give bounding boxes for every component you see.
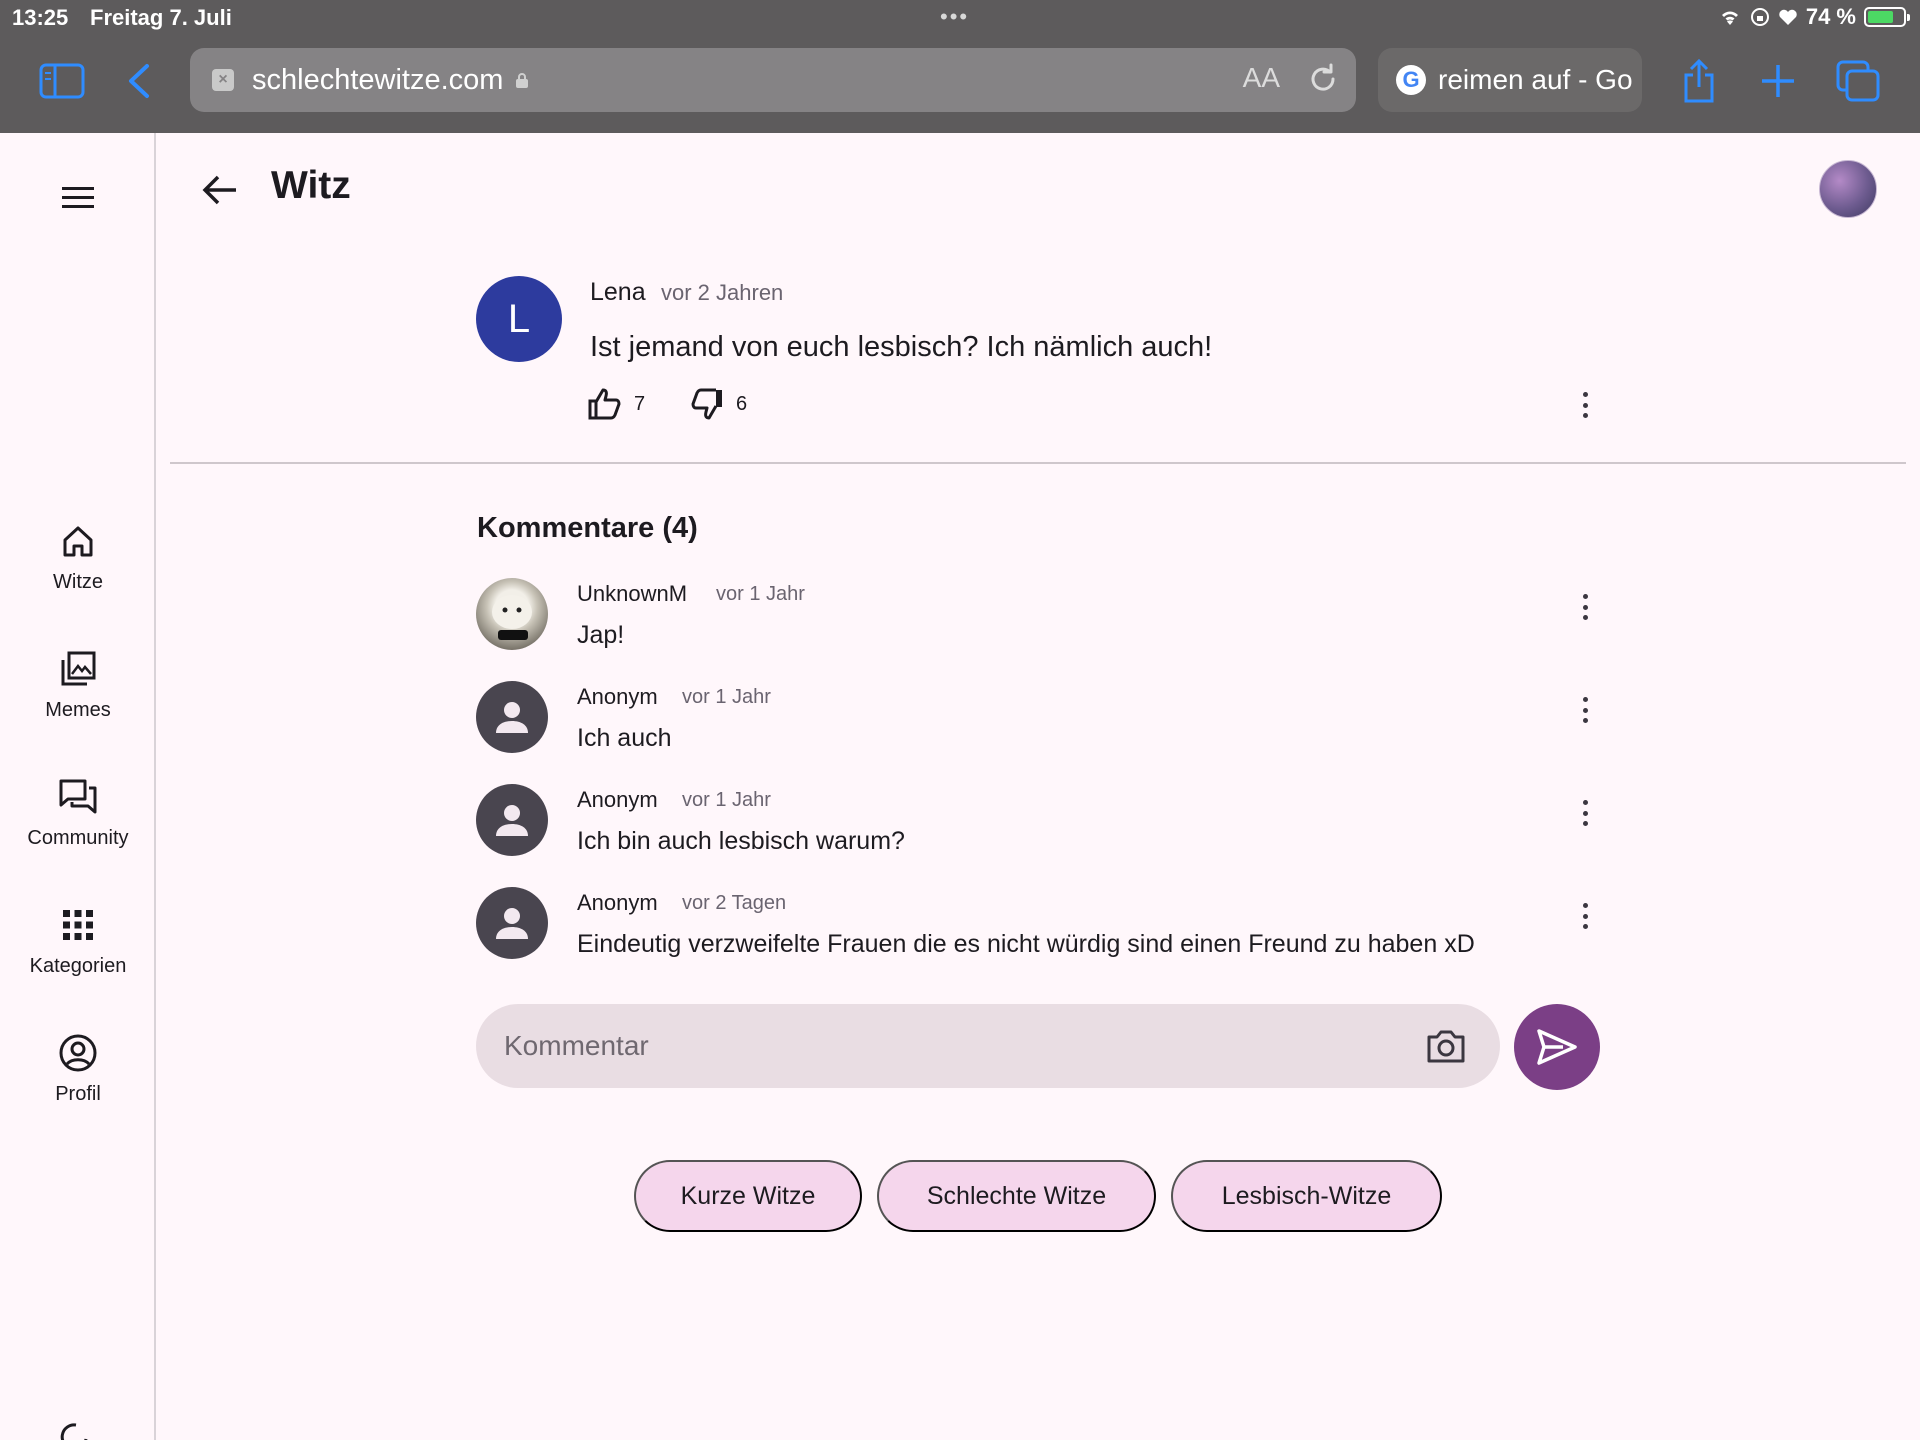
- thumb-down-icon: [691, 388, 722, 420]
- chip-lesbisch-witze[interactable]: Lesbisch-Witze: [1171, 1160, 1442, 1232]
- more-vert-icon[interactable]: [1580, 697, 1590, 723]
- divider: [170, 462, 1906, 464]
- heart-icon: [1779, 9, 1797, 25]
- rail-item-profil[interactable]: Profil: [0, 1031, 156, 1106]
- more-vert-icon[interactable]: [1580, 800, 1590, 826]
- reader-settings-button[interactable]: AA: [1243, 62, 1280, 94]
- comment-avatar: [476, 784, 548, 856]
- comment-input[interactable]: [504, 1004, 1384, 1088]
- chip-schlechte-witze[interactable]: Schlechte Witze: [877, 1160, 1156, 1232]
- comment-text: Eindeutig verzweifelte Frauen die es nic…: [577, 930, 1475, 958]
- home-icon: [56, 519, 100, 563]
- browser-chrome: 13:25 Freitag 7. Juli ••• 74 % × schlech…: [0, 0, 1920, 133]
- rail-item-witze[interactable]: Witze: [0, 519, 156, 594]
- like-button[interactable]: 7: [588, 388, 645, 420]
- thumb-up-icon: [588, 388, 621, 420]
- page-title: Witz: [271, 164, 351, 207]
- camera-icon[interactable]: [1424, 1024, 1468, 1068]
- google-icon: G: [1396, 65, 1426, 95]
- tab-title: reimen auf - Go: [1438, 64, 1633, 95]
- rail-item-memes[interactable]: Memes: [0, 647, 156, 722]
- back-arrow-icon[interactable]: [196, 168, 244, 212]
- comment-avatar: [476, 681, 548, 753]
- battery-icon: [1864, 7, 1910, 27]
- reload-icon[interactable]: [1304, 60, 1342, 98]
- rail-label: Kategorien: [29, 955, 127, 977]
- user-avatar[interactable]: [1819, 160, 1877, 218]
- new-tab-icon[interactable]: [1754, 58, 1802, 104]
- comment-text: Jap!: [577, 621, 625, 649]
- navigation-rail: Witze Memes Community Kategorien Profil: [0, 133, 156, 1440]
- dislike-count: 6: [736, 392, 748, 415]
- tab-google[interactable]: G reimen auf - Go: [1378, 48, 1642, 112]
- post-author-avatar: L: [476, 276, 562, 362]
- comment-author[interactable]: Anonym: [577, 787, 658, 813]
- browser-back-icon[interactable]: [115, 58, 163, 104]
- comment-author[interactable]: Anonym: [577, 890, 658, 916]
- menu-icon[interactable]: [58, 177, 98, 217]
- person-icon: [496, 908, 528, 939]
- post-author[interactable]: Lena: [590, 278, 646, 307]
- comments-title: Kommentare (4): [477, 512, 698, 544]
- rail-label: Profil: [55, 1083, 101, 1105]
- send-button[interactable]: [1514, 1004, 1600, 1090]
- apps-grid-icon: [56, 903, 100, 947]
- comment-time: vor 1 Jahr: [682, 686, 771, 708]
- share-icon[interactable]: [1675, 58, 1723, 104]
- dark-mode-icon[interactable]: [58, 1423, 88, 1440]
- dislike-button[interactable]: 6: [690, 388, 747, 420]
- orientation-lock-icon: [1750, 8, 1769, 26]
- wifi-icon: [1721, 11, 1738, 25]
- rail-label: Memes: [45, 699, 111, 721]
- url-text: schlechtewitze.com: [252, 63, 504, 96]
- chip-kurze-witze[interactable]: Kurze Witze: [634, 1160, 862, 1232]
- comment-time: vor 1 Jahr: [682, 789, 771, 811]
- comment-avatar: [476, 887, 548, 959]
- like-count: 7: [634, 392, 646, 415]
- status-date: Freitag 7. Juli: [90, 5, 232, 30]
- rail-label: Community: [27, 827, 129, 849]
- comment-text: Ich auch: [577, 724, 672, 752]
- comment-text: Ich bin auch lesbisch warum?: [577, 827, 905, 855]
- lock-icon: [516, 73, 529, 88]
- joke-text: Ist jemand von euch lesbisch? Ich nämlic…: [590, 331, 1213, 363]
- send-icon: [1537, 1029, 1577, 1065]
- comment-avatar-photo: [476, 578, 548, 650]
- battery-level: [1868, 11, 1894, 23]
- comment-author[interactable]: Anonym: [577, 684, 658, 710]
- more-vert-icon[interactable]: [1580, 903, 1590, 929]
- person-icon: [496, 702, 528, 733]
- status-indicators: 74 %: [1718, 4, 1910, 30]
- comment-input-container: [476, 1004, 1500, 1088]
- address-bar[interactable]: × schlechtewitze.com AA: [190, 48, 1356, 112]
- post-time: vor 2 Jahren: [661, 280, 784, 305]
- multitasking-dots-icon[interactable]: •••: [940, 4, 969, 30]
- sidebar-toggle-icon[interactable]: [38, 58, 86, 104]
- rail-item-kategorien[interactable]: Kategorien: [0, 903, 156, 978]
- rail-item-community[interactable]: Community: [0, 775, 156, 850]
- comment-author[interactable]: UnknownM: [577, 581, 687, 607]
- site-favicon-icon: ×: [212, 69, 234, 91]
- status-time: 13:25: [12, 5, 69, 30]
- more-vert-icon[interactable]: [1580, 392, 1590, 418]
- forum-icon: [56, 775, 100, 819]
- account-circle-icon: [56, 1031, 100, 1075]
- image-library-icon: [56, 647, 100, 691]
- person-icon: [496, 805, 528, 836]
- tab-overview-icon[interactable]: [1834, 58, 1882, 104]
- battery-percent: 74 %: [1805, 4, 1856, 29]
- rail-label: Witze: [53, 571, 103, 593]
- comment-time: vor 1 Jahr: [716, 583, 805, 605]
- more-vert-icon[interactable]: [1580, 594, 1590, 620]
- comment-time: vor 2 Tagen: [682, 892, 787, 914]
